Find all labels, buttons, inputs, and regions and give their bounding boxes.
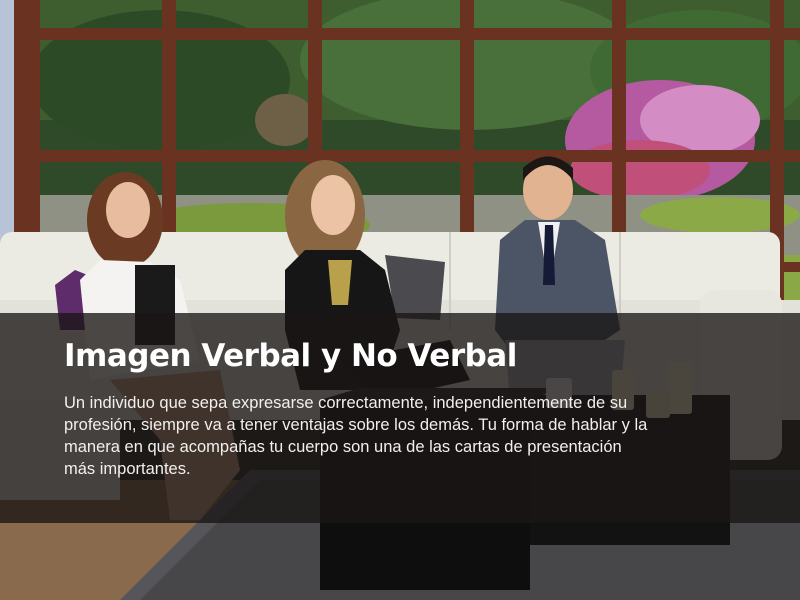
caption-title: Imagen Verbal y No Verbal bbox=[64, 338, 517, 374]
caption-body: Un individuo que sepa expresarse correct… bbox=[64, 394, 648, 478]
tv-studio-scene: Imagen Verbal y No Verbal Un individuo q… bbox=[0, 0, 800, 600]
